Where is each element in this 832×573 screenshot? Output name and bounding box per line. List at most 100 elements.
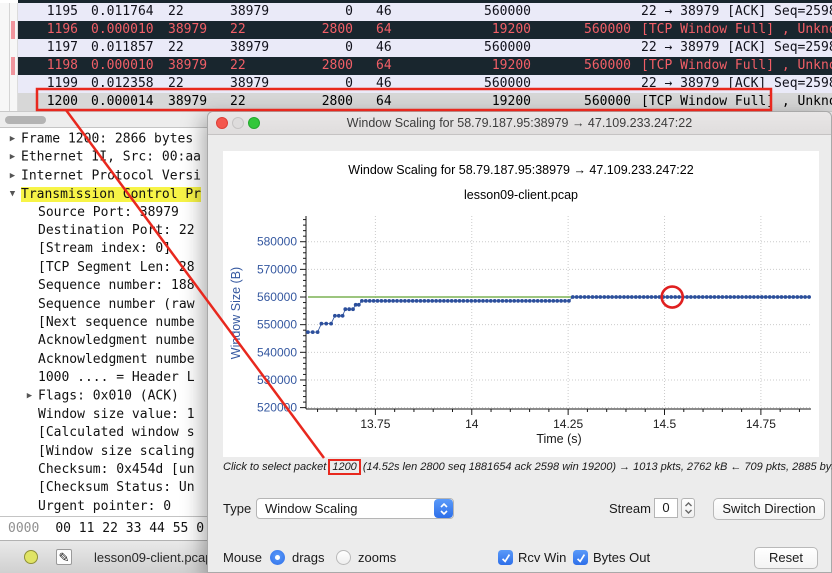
cell-time: 0.012358: [78, 75, 158, 93]
svg-text:13.75: 13.75: [360, 417, 390, 431]
x-axis-label: Time (s): [536, 432, 581, 446]
cell-seg: 2800: [298, 57, 353, 75]
graph-type-select[interactable]: Window Scaling: [256, 498, 454, 519]
window-scaling-chart[interactable]: Window Scaling for 58.79.187.95:38979 → …: [223, 151, 819, 457]
tree-item-label: Acknowledgment numbe: [38, 333, 195, 348]
cell-src: 22: [158, 3, 220, 21]
close-window-button[interactable]: [216, 117, 228, 129]
svg-text:14.25: 14.25: [553, 417, 583, 431]
graph-type-value: Window Scaling: [265, 501, 358, 516]
cell-info: [TCP Window Full] , Unknow: [631, 21, 832, 39]
tree-item-label: Flags: 0x010 (ACK): [38, 389, 179, 404]
cell-len: 64: [353, 21, 418, 39]
cell-dst: 38979: [220, 75, 298, 93]
tree-item-label: Sequence number (raw: [38, 297, 195, 312]
tree-item-label: Urgent pointer: 0: [38, 499, 171, 514]
hex-bytes: 00 11 22 33 44 55 0: [55, 521, 204, 536]
hscrollbar-thumb[interactable]: [5, 116, 46, 124]
packet-row-1200[interactable]: 12000.000014389792228006419200560000[TCP…: [0, 93, 832, 111]
cell-time: 0.000010: [78, 21, 158, 39]
rcv-win-checkbox[interactable]: [498, 550, 513, 565]
cell-time: 0.000014: [78, 93, 158, 111]
cell-src: 22: [158, 39, 220, 57]
window-scaling-dialog: Window Scaling for 58.79.187.95:38979 → …: [207, 111, 832, 573]
row-marker: [0, 57, 18, 75]
expand-triangle-icon[interactable]: ▶: [4, 130, 21, 148]
minimize-window-button[interactable]: [232, 117, 244, 129]
mouse-zooms-radio[interactable]: [336, 550, 351, 565]
zooms-label: zooms: [358, 547, 396, 568]
packet-rows: 11950.011764223897904656000022 → 38979 […: [0, 3, 832, 111]
tree-item-label: Window size value: 1: [38, 407, 195, 422]
tree-item-label: [TCP Segment Len: 28: [38, 260, 195, 275]
cell-info: 22 → 38979 [ACK] Seq=2598: [631, 3, 832, 21]
mouse-drags-radio[interactable]: [270, 550, 285, 565]
svg-text:520000: 520000: [257, 401, 297, 415]
row-marker: [0, 21, 18, 39]
bytes-out-label: Bytes Out: [593, 547, 650, 568]
cell-no: 1199: [18, 75, 78, 93]
cell-dst: 22: [220, 93, 298, 111]
tree-item-label: Ethernet II, Src: 00:aa: [21, 150, 201, 165]
stream-value: 0: [662, 500, 669, 515]
cell-win_b: 560000: [531, 21, 631, 39]
svg-text:530000: 530000: [257, 373, 297, 387]
cell-win_b: [531, 3, 631, 21]
chart-card[interactable]: Window Scaling for 58.79.187.95:38979 → …: [223, 151, 819, 457]
stream-stepper[interactable]: [681, 498, 695, 518]
y-axis-label: Window Size (B): [229, 267, 243, 359]
expand-triangle-icon[interactable]: ▶: [4, 148, 21, 166]
packet-row-1198[interactable]: 11980.000010389792228006419200560000[TCP…: [0, 57, 832, 75]
cell-src: 38979: [158, 93, 220, 111]
cell-len: 46: [353, 39, 418, 57]
reset-button[interactable]: Reset: [754, 547, 818, 569]
dialog-titlebar[interactable]: Window Scaling for 58.79.187.95:38979 → …: [208, 112, 831, 135]
cell-dst: 38979: [220, 3, 298, 21]
type-label: Type: [223, 498, 251, 519]
tree-item-label: Transmission Control Pr: [21, 187, 201, 202]
packet-row-1195[interactable]: 11950.011764223897904656000022 → 38979 […: [0, 3, 832, 21]
cell-dst: 22: [220, 21, 298, 39]
chart-subtitle: lesson09-client.pcap: [464, 188, 578, 202]
packet-row-1196[interactable]: 11960.000010389792228006419200560000[TCP…: [0, 21, 832, 39]
expand-triangle-icon[interactable]: ▶: [21, 387, 38, 405]
cell-src: 38979: [158, 57, 220, 75]
wireshark-window: 11950.011764223897904656000022 → 38979 […: [0, 0, 832, 573]
collapse-triangle-icon[interactable]: ▼: [4, 185, 21, 203]
svg-text:14.5: 14.5: [653, 417, 677, 431]
packet-row-1199[interactable]: 11990.012358223897904656000022 → 38979 […: [0, 75, 832, 93]
tree-item-label: [Stream index: 0]: [38, 241, 171, 256]
packet-list: 11950.011764223897904656000022 → 38979 […: [0, 0, 832, 111]
packet-row-1197[interactable]: 11970.011857223897904656000022 → 38979 […: [0, 39, 832, 57]
tree-item-label: Destination Port: 22: [38, 223, 195, 238]
tree-item-label: Source Port: 38979: [38, 205, 179, 220]
cell-src: 22: [158, 75, 220, 93]
controls-row-2: Mouse drags zooms Rcv Win Bytes Out Rese…: [208, 547, 832, 569]
chart-title: Window Scaling for 58.79.187.95:38979 → …: [348, 163, 693, 177]
bytes-out-checkbox[interactable]: [573, 550, 588, 565]
row-marker: [0, 39, 18, 57]
switch-direction-button[interactable]: Switch Direction: [713, 498, 825, 520]
cell-win_b: [531, 39, 631, 57]
edit-capture-comment-icon[interactable]: ✎: [56, 549, 72, 565]
hex-offset: 0000: [8, 521, 39, 536]
drags-label: drags: [292, 547, 325, 568]
tree-item-label: 1000 .... = Header L: [38, 370, 195, 385]
cell-info: [TCP Window Full] , Unknow: [631, 57, 832, 75]
stream-number-input[interactable]: 0: [654, 498, 678, 518]
expert-info-icon[interactable]: [24, 550, 38, 564]
expand-triangle-icon[interactable]: ▶: [4, 167, 21, 185]
cell-win_b: [531, 75, 631, 93]
cell-len: 64: [353, 57, 418, 75]
cell-win_a: 560000: [418, 3, 531, 21]
cell-time: 0.000010: [78, 57, 158, 75]
zoom-window-button[interactable]: [248, 117, 260, 129]
tree-item-label: [Next sequence numbe: [38, 315, 195, 330]
rcv-win-label: Rcv Win: [518, 547, 566, 568]
row-marker: [0, 3, 18, 21]
svg-text:570000: 570000: [257, 262, 297, 276]
svg-text:14.75: 14.75: [746, 417, 776, 431]
tree-item-label: Frame 1200: 2866 bytes: [21, 132, 193, 147]
cell-len: 64: [353, 93, 418, 111]
cell-win_b: 560000: [531, 57, 631, 75]
